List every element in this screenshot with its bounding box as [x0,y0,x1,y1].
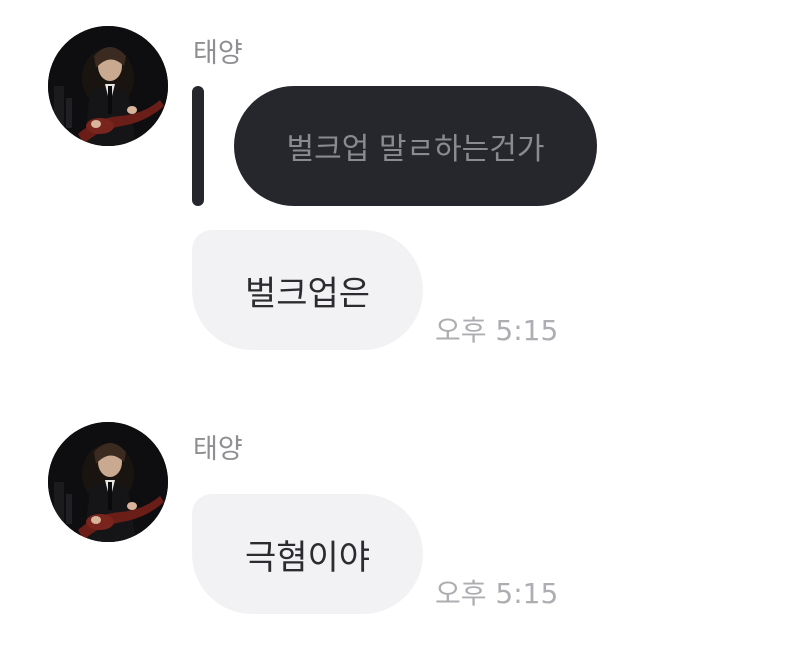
message-timestamp: 오후 5:15 [435,314,559,347]
message-bubble[interactable]: 벌크업은 [192,230,423,350]
sender-name: 태양 [193,434,243,465]
reply-indicator-bar [192,86,204,206]
sender-avatar[interactable] [48,26,168,146]
avatar-photo-icon [48,26,168,146]
message-bubble[interactable]: 극혐이야 [192,494,423,614]
message-timestamp: 오후 5:15 [435,577,559,610]
reply-preview-bubble[interactable]: 벌크업 말ㄹ하는건가 [234,86,597,206]
avatar-photo-icon [48,422,168,542]
sender-name: 태양 [193,38,243,69]
sender-avatar[interactable] [48,422,168,542]
